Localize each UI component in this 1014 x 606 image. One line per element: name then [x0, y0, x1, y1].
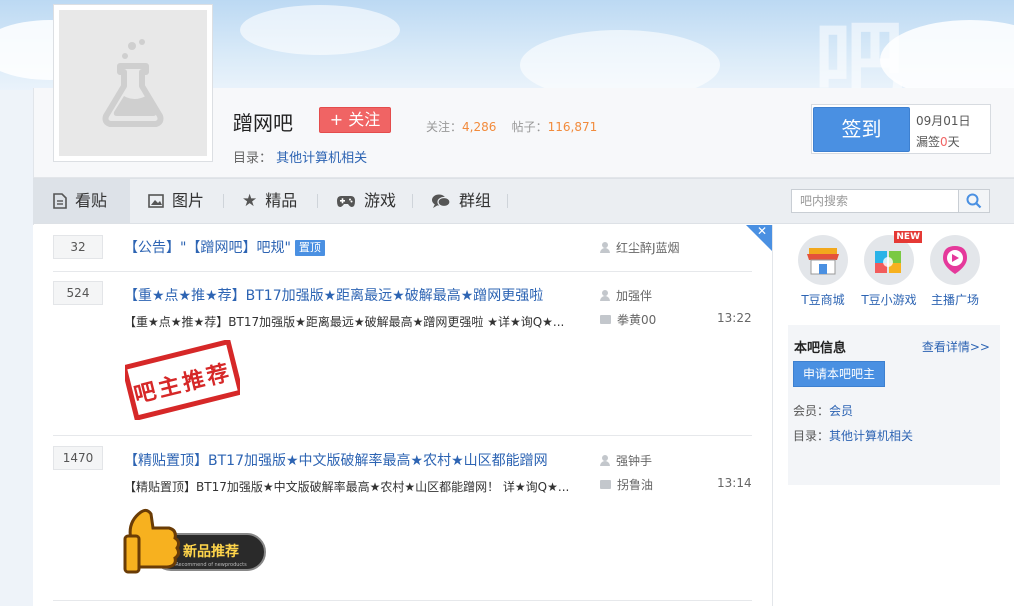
last-reply-user[interactable]: 拐鲁油 — [617, 476, 653, 493]
thread-row[interactable]: 524 【重★点★推★荐】BT17加强版★距离最远★破解最高★蹭网更强啦 【重★… — [53, 280, 752, 436]
reply-count: 524 — [53, 281, 103, 305]
sign-in-button[interactable]: 签到 — [813, 107, 910, 152]
view-details-link[interactable]: 查看详情>> — [922, 338, 990, 355]
comment-icon — [600, 315, 611, 324]
thread-author[interactable]: 红尘醉J蓝烟 — [600, 239, 680, 256]
sign-date: 09月01日 — [916, 114, 971, 128]
tab-label: 精品 — [265, 191, 298, 210]
info-member: 会员：会员 — [793, 402, 853, 419]
info-title: 本吧信息 — [794, 341, 847, 356]
post-count-label: 帖子： — [511, 120, 548, 134]
forum-name[interactable]: 蹭网吧 — [233, 107, 293, 136]
tab-games[interactable]: 游戏 — [336, 179, 396, 223]
forum-catalog: 目录： 其他计算机相关 — [233, 147, 367, 166]
tab-label: 看贴 — [75, 191, 108, 210]
close-icon[interactable]: ✕ — [757, 224, 767, 238]
pinned-badge: 置顶 — [294, 240, 325, 256]
shop-icon — [798, 235, 848, 285]
background-char: 吧 — [814, 11, 904, 90]
catalog-label: 目录： — [233, 151, 273, 166]
forum-info-panel: 本吧信息 查看详情>> 申请本吧吧主 会员：会员 目录：其他计算机相关 — [788, 325, 1000, 485]
follow-count: 4,286 — [462, 120, 497, 134]
comment-icon — [600, 480, 611, 489]
tab-groups[interactable]: 群组 — [431, 179, 491, 223]
reply-count: 32 — [53, 235, 103, 259]
tab-images[interactable]: 图片 — [148, 179, 204, 223]
app-live-square[interactable]: 主播广场 — [925, 235, 985, 308]
catalog-label: 目录： — [793, 429, 830, 443]
author-name[interactable]: 红尘醉J蓝烟 — [616, 239, 680, 256]
thread-title[interactable]: 【公告】"【蹭网吧】吧规" 置顶 — [124, 237, 325, 257]
flask-icon — [102, 39, 164, 127]
missed-days-count: 0 — [940, 135, 948, 149]
thread-title[interactable]: 【重★点★推★荐】BT17加强版★距离最远★破解最高★蹭网更强啦 — [124, 285, 543, 305]
user-icon — [600, 455, 610, 466]
member-label: 会员： — [793, 404, 830, 418]
last-reply[interactable]: 拐鲁油 — [600, 476, 653, 493]
thread-row[interactable]: 1470 【精贴置顶】BT17加强版★中文版破解率最高★农村★山区都能蹭网 【精… — [53, 445, 752, 601]
thread-abstract: 【精贴置顶】BT17加强版★中文版破解率最高★农村★山区都能蹭网！ 详★询Q★.… — [124, 480, 570, 494]
game-icon: NEW — [864, 231, 922, 285]
last-reply-time: 13:22 — [717, 311, 752, 325]
info-catalog: 目录：其他计算机相关 — [793, 427, 913, 444]
app-label: T豆商城 — [801, 293, 845, 307]
last-reply[interactable]: 拳黄00 — [600, 311, 656, 328]
app-label: T豆小游戏 — [861, 293, 917, 307]
tab-label: 图片 — [172, 191, 205, 210]
follow-count-label: 关注： — [426, 120, 463, 134]
last-reply-time: 13:14 — [717, 476, 752, 490]
catalog-link[interactable]: 其他计算机相关 — [829, 429, 913, 443]
missed-days: 漏签0天 — [916, 133, 960, 150]
missed-prefix: 漏签 — [916, 135, 941, 149]
forum-search-input[interactable]: 吧内搜索 — [791, 189, 959, 213]
new-badge: NEW — [894, 231, 922, 243]
member-link[interactable]: 会员 — [829, 404, 853, 418]
app-label: 主播广场 — [930, 293, 979, 307]
reply-count: 1470 — [53, 446, 103, 470]
thread-author[interactable]: 加强伴 — [600, 287, 652, 304]
image-icon — [148, 194, 164, 208]
apply-owner-button[interactable]: 申请本吧吧主 — [793, 361, 885, 387]
tab-label: 群组 — [459, 191, 492, 210]
thread-title[interactable]: 【精贴置顶】BT17加强版★中文版破解率最高★农村★山区都能蹭网 — [124, 450, 548, 470]
star-icon: ★ — [242, 191, 258, 211]
author-name[interactable]: 加强伴 — [616, 287, 652, 304]
thread-title-text[interactable]: 【公告】"【蹭网吧】吧规" — [124, 240, 291, 256]
thread-abstract: 【重★点★推★荐】BT17加强版★距离最远★破解最高★蹭网更强啦 ★详★询Q★.… — [124, 315, 565, 329]
app-tdou-games[interactable]: NEW T豆小游戏 — [859, 231, 922, 308]
user-icon — [600, 290, 610, 301]
search-icon — [966, 193, 982, 209]
tab-posts[interactable]: 看贴 — [33, 179, 130, 223]
user-icon — [600, 242, 610, 253]
document-icon — [53, 193, 67, 209]
thread-author[interactable]: 强钟手 — [600, 452, 652, 469]
catalog-link[interactable]: 其他计算机相关 — [276, 151, 367, 166]
live-icon — [930, 235, 980, 285]
author-name[interactable]: 强钟手 — [616, 452, 652, 469]
last-reply-user[interactable]: 拳黄00 — [617, 311, 656, 328]
search-button[interactable] — [958, 189, 990, 213]
post-count: 116,871 — [547, 120, 598, 134]
missed-suffix: 天 — [947, 135, 960, 149]
tab-featured[interactable]: ★ 精品 — [242, 179, 297, 223]
tab-label: 游戏 — [364, 191, 397, 210]
gamepad-icon — [337, 196, 355, 207]
forum-stats: 关注：4,286 帖子：116,871 — [426, 118, 597, 135]
app-tdou-shop[interactable]: T豆商城 — [793, 235, 853, 308]
chat-bubbles-icon — [432, 194, 451, 208]
forum-avatar[interactable] — [53, 4, 213, 162]
follow-button[interactable]: + 关注 — [319, 107, 391, 133]
thread-row[interactable]: 32 【公告】"【蹭网吧】吧规" 置顶 红尘醉J蓝烟 — [53, 232, 752, 272]
sign-in-box: 签到 09月01日 漏签0天 — [811, 104, 991, 154]
